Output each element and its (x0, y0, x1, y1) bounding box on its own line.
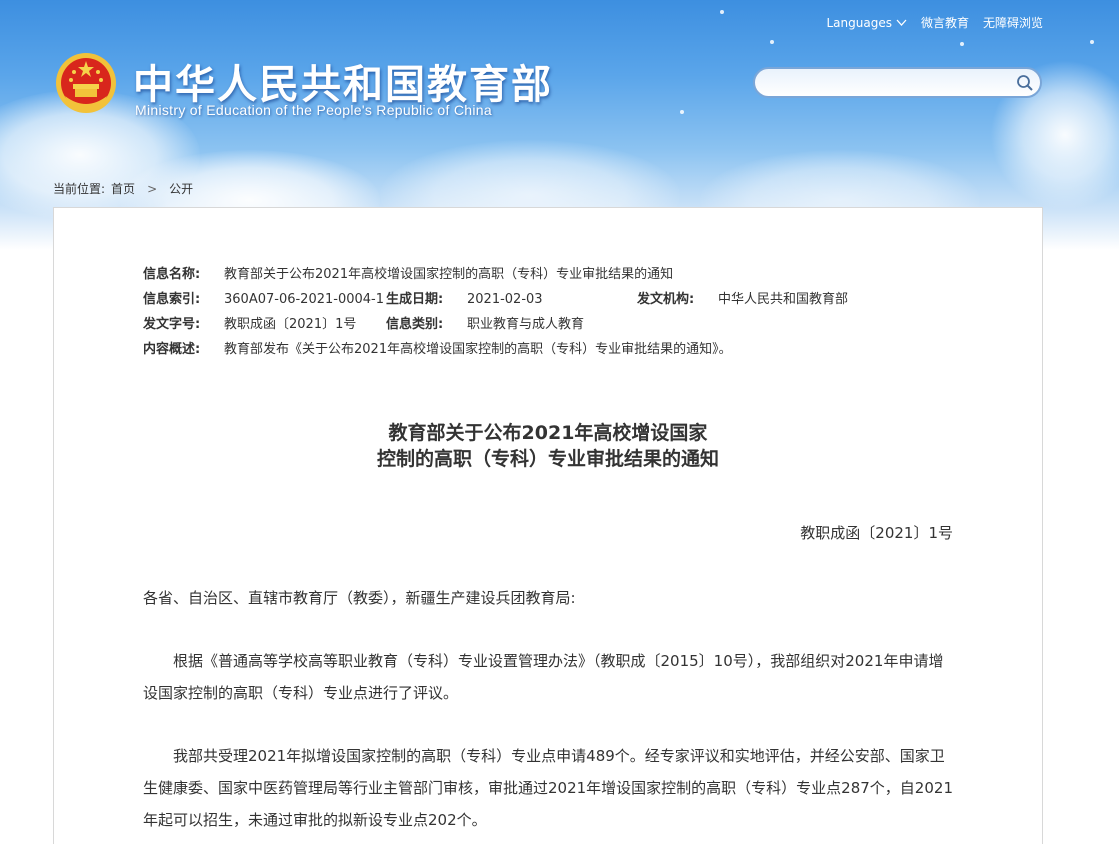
national-emblem-icon[interactable] (55, 52, 117, 114)
meta-name-key: 信息名称: (143, 267, 201, 282)
meta-index-key: 信息索引: (143, 292, 201, 307)
document-paragraph-1: 根据《普通高等学校高等职业教育（专科）专业设置管理办法》（教职成〔2015〕10… (143, 652, 944, 702)
document-title-line1: 教育部关于公布2021年高校增设国家 (388, 422, 708, 444)
meta-date-key: 生成日期: (386, 292, 444, 307)
search-input[interactable] (755, 69, 1010, 96)
site-subtitle[interactable]: Ministry of Education of the People's Re… (135, 102, 492, 118)
document-paragraph-2: 我部共受理2021年拟增设国家控制的高职（专科）专业点申请489个。经专家评议和… (143, 747, 953, 829)
languages-label: Languages (826, 15, 892, 30)
meta-org-key: 发文机构: (637, 292, 695, 307)
weibo-link[interactable]: 微言教育 (921, 14, 969, 31)
meta-docno-value: 教职成函〔2021〕1号 (224, 317, 357, 332)
document-title-line2: 控制的高职（专科）专业审批结果的通知 (376, 448, 719, 470)
breadcrumb-current-link[interactable]: 公开 (169, 180, 193, 197)
document-title: 教育部关于公布2021年高校增设国家 控制的高职（专科）专业审批结果的通知 (143, 420, 953, 472)
meta-category-key: 信息类别: (386, 317, 444, 332)
accessible-browsing-link[interactable]: 无障碍浏览 (983, 14, 1043, 31)
breadcrumb-home-link[interactable]: 首页 (111, 180, 135, 197)
meta-summary-key: 内容概述: (143, 342, 201, 357)
search-icon (1017, 74, 1033, 91)
document-salutation: 各省、自治区、直辖市教育厅（教委），新疆生产建设兵团教育局: (143, 589, 576, 607)
chevron-down-icon (896, 19, 907, 26)
top-navigation: Languages 微言教育 无障碍浏览 (826, 14, 1043, 31)
breadcrumb-label: 当前位置: (53, 182, 106, 196)
meta-docno-key: 发文字号: (143, 317, 201, 332)
meta-summary-value: 教育部发布《关于公布2021年高校增设国家控制的高职（专科）专业审批结果的通知》… (224, 342, 732, 357)
meta-category-value: 职业教育与成人教育 (467, 317, 585, 332)
search-bar (753, 67, 1042, 98)
languages-menu[interactable]: Languages (826, 15, 907, 30)
breadcrumb-separator: > (147, 181, 158, 196)
document-number: 教职成函〔2021〕1号 (800, 524, 953, 542)
search-button[interactable] (1010, 69, 1040, 96)
meta-date-value: 2021-02-03 (467, 292, 543, 307)
meta-name-value: 教育部关于公布2021年高校增设国家控制的高职（专科）专业审批结果的通知 (224, 267, 674, 282)
meta-index-value: 360A07-06-2021-0004-1 (224, 292, 384, 307)
breadcrumb: 当前位置: 首页 > 公开 (53, 180, 193, 197)
meta-org-value: 中华人民共和国教育部 (718, 292, 849, 307)
